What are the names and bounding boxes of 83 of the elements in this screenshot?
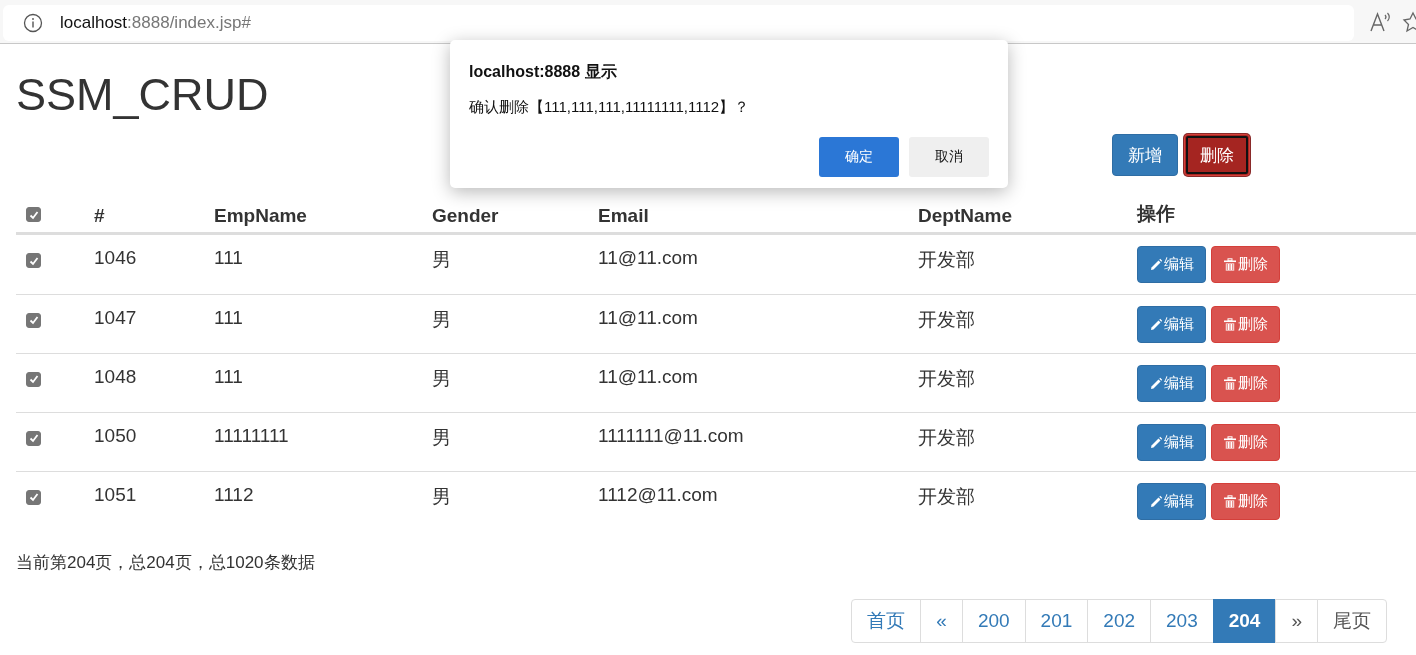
pencil-icon — [1149, 494, 1163, 509]
check-icon — [28, 210, 39, 220]
table-cell: 11@11.com — [598, 365, 698, 387]
table-cell: 男 — [432, 426, 451, 448]
table-cell: 1047 — [94, 306, 137, 328]
check-icon — [28, 492, 39, 503]
checkbox[interactable] — [26, 253, 41, 269]
column-header: Gender — [432, 205, 499, 226]
ok-button[interactable]: 确定 — [819, 137, 899, 177]
delete-button[interactable]: 删除 — [1184, 134, 1250, 176]
table-cell: 11111111 — [214, 424, 289, 446]
table-cell: 开发部 — [918, 485, 975, 507]
info-icon — [23, 12, 43, 33]
trash-icon — [1223, 435, 1237, 450]
check-icon — [28, 315, 39, 326]
table-cell: 111 — [214, 365, 243, 387]
url-text: localhost:8888/index.jsp# — [60, 12, 251, 33]
pencil-icon — [1149, 435, 1163, 450]
page-link[interactable]: 202 — [1087, 599, 1151, 643]
checkbox[interactable] — [26, 431, 41, 446]
delete-button[interactable]: 删除 — [1211, 365, 1280, 402]
table-cell: 开发部 — [918, 426, 975, 448]
delete-button[interactable]: 删除 — [1211, 246, 1280, 283]
edit-button[interactable]: 编辑 — [1137, 306, 1206, 343]
table-cell: 1111111@11.com — [598, 424, 744, 446]
table-cell: 男 — [432, 485, 451, 507]
column-header: Email — [598, 205, 649, 226]
table-cell: 11@11.com — [598, 247, 698, 268]
edit-button[interactable]: 编辑 — [1137, 246, 1206, 283]
page-link[interactable]: 203 — [1150, 599, 1214, 643]
table-cell: 1051 — [94, 483, 137, 505]
pencil-icon — [1149, 257, 1163, 272]
checkbox[interactable] — [26, 372, 41, 387]
trash-icon — [1223, 257, 1237, 272]
table-cell: 开发部 — [918, 367, 975, 389]
column-header: # — [94, 205, 105, 226]
page-title: SSM_CRUD — [16, 70, 269, 120]
table-cell: 1048 — [94, 365, 137, 387]
checkbox[interactable] — [26, 490, 41, 505]
edit-button[interactable]: 编辑 — [1137, 424, 1206, 461]
pencil-icon — [1149, 317, 1163, 332]
table-cell: 1112@11.com — [598, 483, 718, 505]
trash-icon — [1223, 376, 1237, 391]
delete-button[interactable]: 删除 — [1211, 424, 1280, 461]
trash-icon — [1223, 494, 1237, 509]
table-cell: 1050 — [94, 424, 137, 446]
edit-button[interactable]: 编辑 — [1137, 483, 1206, 520]
table-cell: 开发部 — [918, 308, 975, 330]
cancel-button[interactable]: 取消 — [909, 137, 989, 177]
pencil-icon — [1149, 376, 1163, 391]
delete-button[interactable]: 删除 — [1211, 483, 1280, 520]
table-cell: 1046 — [94, 247, 137, 268]
delete-button[interactable]: 删除 — [1211, 306, 1280, 343]
star-icon — [1402, 10, 1416, 33]
dialog-message: 确认删除【111,111,111,11111111,1112】？ — [469, 98, 751, 117]
table-cell: 11@11.com — [598, 306, 698, 328]
check-icon — [28, 433, 39, 444]
table-cell: 男 — [432, 308, 451, 330]
edit-button[interactable]: 编辑 — [1137, 365, 1206, 402]
table-cell: 1112 — [214, 483, 254, 505]
table-cell: 111 — [214, 247, 243, 268]
column-header: EmpName — [214, 205, 307, 226]
check-icon — [28, 256, 39, 266]
page-link[interactable]: 201 — [1024, 599, 1089, 643]
page-link[interactable]: 204 — [1212, 599, 1277, 643]
table-cell: 111 — [214, 306, 243, 328]
checkbox[interactable] — [26, 207, 41, 223]
column-header: 操作 — [1137, 203, 1175, 224]
table-cell: 男 — [432, 367, 451, 389]
add-button[interactable]: 新增 — [1112, 134, 1178, 176]
table-cell: 男 — [432, 249, 451, 270]
address-bar[interactable]: localhost:8888/index.jsp# — [3, 4, 1354, 41]
checkbox[interactable] — [26, 313, 41, 328]
table-cell: 开发部 — [918, 249, 975, 270]
page-link[interactable]: « — [920, 599, 963, 643]
column-header: DeptName — [918, 205, 1012, 226]
read-aloud-icon — [1369, 10, 1393, 33]
trash-icon — [1223, 317, 1237, 332]
page-info-text: 当前第204页，总204页，总1020条数据 — [16, 552, 316, 574]
check-icon — [28, 374, 39, 385]
dialog-title: localhost:8888 显示 — [469, 62, 618, 82]
page-link[interactable]: 首页 — [851, 599, 922, 643]
page-link[interactable]: 200 — [961, 599, 1026, 643]
